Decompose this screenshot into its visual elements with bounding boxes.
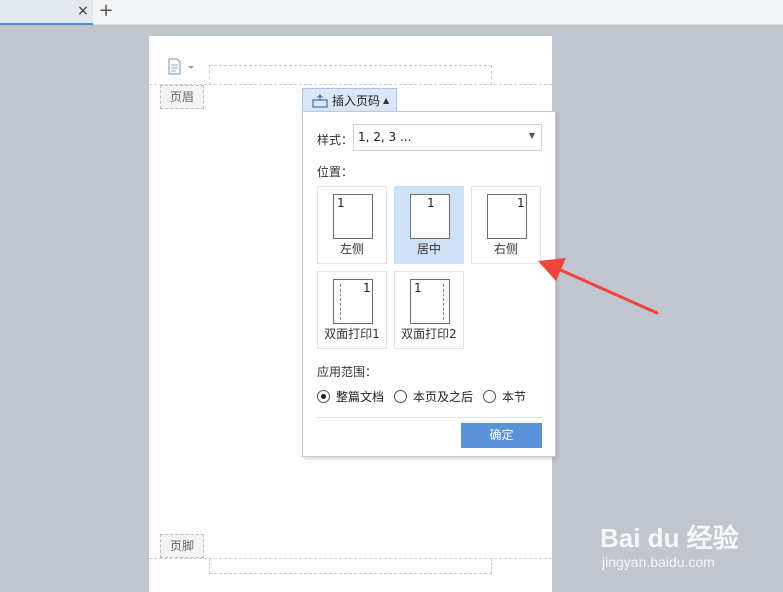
page-thumbnail: 1 [410,279,450,324]
position-label: 位置： [317,165,354,179]
insert-page-number-label: 插入页码 [332,94,381,108]
page-number-popup: 样式： 1, 2, 3 ... ▼ 位置： 1 左侧 1 居中 1 右侧 1 双… [302,111,556,457]
radio-unchecked-icon[interactable] [394,390,407,403]
binding-margin-line [340,284,341,320]
scope-label: 应用范围： [317,365,378,379]
insert-page-number-button[interactable]: 插入页码 ▲ [302,88,397,112]
page-number-sample: 1 [427,196,435,210]
header-area[interactable] [209,65,492,85]
page-thumbnail: 1 [333,279,373,324]
position-option-center[interactable]: 1 居中 [394,186,464,264]
position-option-left[interactable]: 1 左侧 [317,186,387,264]
page-number-icon [312,93,328,108]
position-option-label: 双面打印1 [324,327,380,341]
caret-up-icon: ▲ [383,96,390,105]
position-option-right[interactable]: 1 右侧 [471,186,541,264]
close-icon[interactable]: × [75,2,91,20]
radio-unchecked-icon[interactable] [483,390,496,403]
header-label: 页眉 [160,85,204,109]
popup-divider [315,417,543,418]
watermark-url: jingyan.baidu.com [602,554,715,570]
header-divider [149,84,552,85]
style-value: 1, 2, 3 ... [358,130,412,144]
radio-checked-icon[interactable] [317,390,330,403]
scope-radio-this-section[interactable]: 本节 [483,388,526,405]
position-option-label: 右侧 [493,242,518,256]
page-number-sample: 1 [363,281,371,295]
scope-radio-whole-document[interactable]: 整篇文档 [317,388,384,405]
add-tab-icon[interactable]: + [97,1,115,21]
ok-button[interactable]: 确定 [461,423,542,448]
watermark-logo: Bai du 经验 [600,523,739,553]
binding-margin-line [443,284,444,320]
position-option-label: 居中 [416,242,441,256]
document-icon[interactable] [167,58,197,76]
tab-bar: × + [0,0,783,25]
page-thumbnail: 1 [410,194,450,239]
style-label: 样式： [317,133,354,147]
page-number-sample: 1 [414,281,422,295]
page-number-sample: 1 [517,196,525,210]
footer-area[interactable] [209,558,492,574]
scope-option-label: 本节 [502,390,527,404]
page-number-sample: 1 [337,196,345,210]
position-option-label: 左侧 [339,242,364,256]
page-thumbnail: 1 [333,194,373,239]
document-tab[interactable]: × [0,0,93,25]
page-thumbnail: 1 [487,194,527,239]
position-option-label: 双面打印2 [401,327,457,341]
scope-radio-this-page-onward[interactable]: 本页及之后 [394,388,473,405]
scope-option-label: 整篇文档 [336,390,385,404]
scope-option-label: 本页及之后 [413,390,474,404]
position-option-duplex-2[interactable]: 1 双面打印2 [394,271,464,349]
style-select[interactable]: 1, 2, 3 ... ▼ [353,124,542,151]
footer-label: 页脚 [160,534,204,558]
position-option-duplex-1[interactable]: 1 双面打印1 [317,271,387,349]
baidu-jingyan-watermark: Bai du 经验 jingyan.baidu.com [600,510,770,590]
chevron-down-icon: ▼ [528,131,535,140]
